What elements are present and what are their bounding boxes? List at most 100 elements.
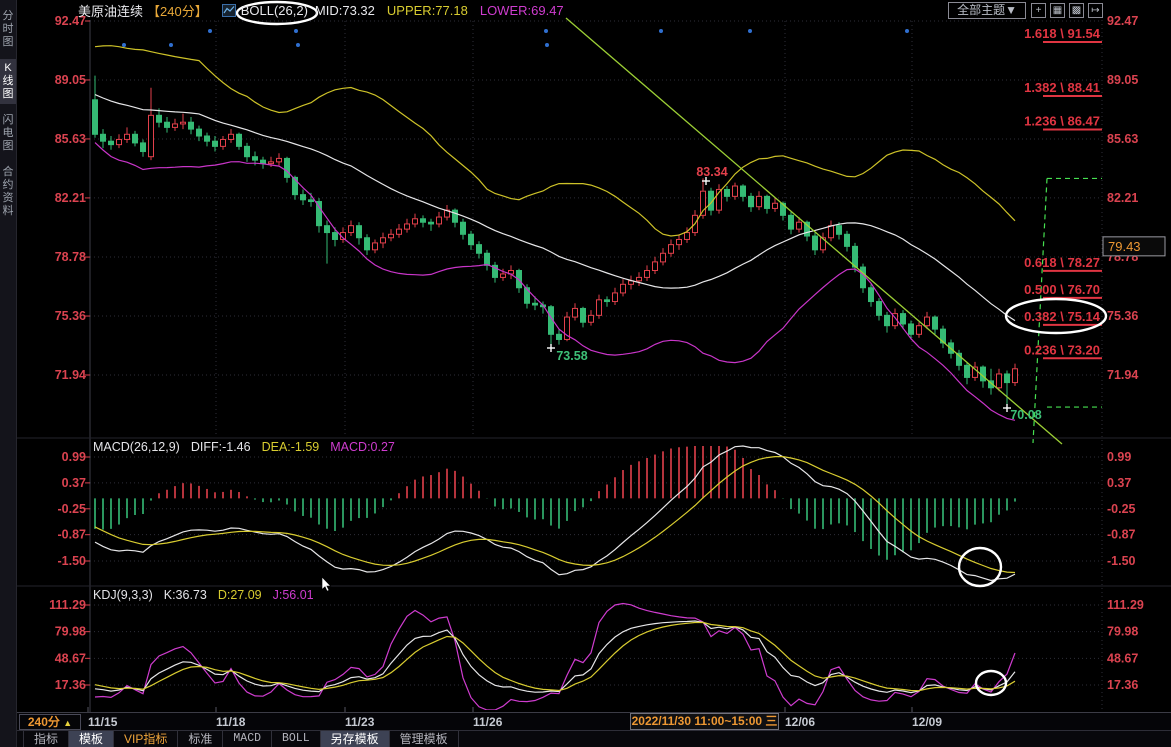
svg-text:79.98: 79.98 bbox=[1107, 625, 1138, 639]
svg-text:0.99: 0.99 bbox=[1107, 450, 1131, 464]
chart-canvas[interactable]: 92.4792.4789.0589.0585.6385.6382.2182.21… bbox=[0, 0, 1171, 747]
tab-standard[interactable]: 标准 bbox=[178, 731, 223, 747]
kdj-lines bbox=[95, 604, 1015, 711]
annotation-layer bbox=[237, 2, 1106, 695]
theme-dropdown[interactable]: 全部主题▼ bbox=[948, 2, 1026, 19]
date-tick-label: 11/18 bbox=[216, 715, 245, 729]
svg-text:1.618 \ 91.54: 1.618 \ 91.54 bbox=[1024, 26, 1101, 41]
svg-text:17.36: 17.36 bbox=[1107, 678, 1138, 692]
period-selector[interactable]: 240分 ▲ bbox=[19, 714, 81, 730]
boll-mid-value: MID:73.32 bbox=[315, 3, 375, 18]
tab-macd[interactable]: MACD bbox=[223, 731, 272, 747]
j-line bbox=[95, 604, 1015, 711]
svg-text:79.43: 79.43 bbox=[1108, 239, 1141, 254]
fib-level-labels: 1.618 \ 91.54 1.382 \ 88.41 1.236 \ 86.47 0… bbox=[1024, 26, 1102, 358]
svg-text:48.67: 48.67 bbox=[1107, 651, 1138, 665]
svg-text:-1.50: -1.50 bbox=[1107, 554, 1136, 568]
pan-icon[interactable]: + bbox=[1031, 3, 1046, 18]
macd-histogram bbox=[95, 446, 1015, 560]
mouse-cursor bbox=[322, 577, 331, 591]
tab-template[interactable]: 模板 bbox=[69, 731, 114, 747]
left-sidebar: 分时图 K线图闪电图合约资料 bbox=[0, 0, 17, 747]
kdj-k-value: K:36.73 bbox=[164, 588, 207, 602]
date-tick-label: 11/15 bbox=[88, 715, 117, 729]
svg-text:1.382 \ 88.41: 1.382 \ 88.41 bbox=[1024, 80, 1100, 95]
axis-scale-icon[interactable]: ▩ bbox=[1069, 3, 1084, 18]
svg-text:-0.25: -0.25 bbox=[58, 502, 87, 516]
chart-header: 美原油连续 【240分】 BOLL(26,2) MID:73.32 UPPER:… bbox=[17, 0, 1171, 20]
svg-text:0.382 \ 75.14: 0.382 \ 75.14 bbox=[1024, 309, 1101, 324]
symbol-title: 美原油连续 bbox=[78, 1, 143, 20]
chart-type-icon bbox=[222, 4, 236, 17]
svg-text:-1.50: -1.50 bbox=[58, 554, 87, 568]
boll-lower-line bbox=[95, 143, 1015, 421]
crosshair-date-label: 2022/11/30 11:00~15:00 三 bbox=[630, 713, 779, 730]
kdj-label-row: KDJ(9,3,3) K:36.73 D:27.09 J:56.01 bbox=[93, 588, 314, 602]
dea-line bbox=[95, 457, 1015, 573]
highlight-circle bbox=[959, 548, 1001, 586]
bottom-tabbar: 指标模板VIP指标标准MACDBOLL另存模板管理模板 bbox=[17, 730, 1171, 747]
svg-text:70.08: 70.08 bbox=[1010, 408, 1041, 422]
kdj-title: KDJ(9,3,3) bbox=[93, 588, 153, 602]
x-axis-row: 240分 ▲ 11/1511/1811/2311/2612/0612/09 20… bbox=[17, 712, 1171, 730]
boll-mid-line bbox=[95, 95, 1015, 321]
svg-text:89.05: 89.05 bbox=[1107, 73, 1138, 87]
date-tick-label: 11/26 bbox=[473, 715, 502, 729]
tab-manage-template[interactable]: 管理模板 bbox=[390, 731, 459, 747]
tab-indicator[interactable]: 指标 bbox=[23, 731, 69, 747]
period-label: 【240分】 bbox=[147, 1, 208, 20]
svg-text:85.63: 85.63 bbox=[55, 132, 86, 146]
sidebar-item-contract-info[interactable]: 合约资料 bbox=[0, 163, 16, 221]
macd-title: MACD(26,12,9) bbox=[93, 440, 180, 454]
svg-text:89.05: 89.05 bbox=[55, 73, 86, 87]
svg-text:82.21: 82.21 bbox=[1107, 191, 1138, 205]
svg-text:0.618 \ 78.27: 0.618 \ 78.27 bbox=[1024, 255, 1100, 270]
svg-text:85.63: 85.63 bbox=[1107, 132, 1138, 146]
shift-right-icon[interactable]: ↦ bbox=[1088, 3, 1103, 18]
boll-upper-line bbox=[95, 46, 1015, 236]
tab-boll[interactable]: BOLL bbox=[272, 731, 321, 747]
svg-text:73.58: 73.58 bbox=[556, 349, 587, 363]
kdj-j-value: J:56.01 bbox=[273, 588, 314, 602]
svg-text:75.36: 75.36 bbox=[55, 309, 86, 323]
macd-diff-value: DIFF:-1.46 bbox=[191, 440, 251, 454]
tab-vip-indicator[interactable]: VIP指标 bbox=[114, 731, 178, 747]
svg-text:0.236 \ 73.20: 0.236 \ 73.20 bbox=[1024, 342, 1100, 357]
trading-app-window: 分时图 K线图闪电图合约资料 美原油连续 【240分】 BOLL(26,2) MI… bbox=[0, 0, 1171, 747]
svg-text:71.94: 71.94 bbox=[1107, 368, 1138, 382]
svg-text:83.34: 83.34 bbox=[696, 165, 727, 179]
macd-dea-value: DEA:-1.59 bbox=[262, 440, 320, 454]
svg-text:-0.87: -0.87 bbox=[1107, 528, 1136, 542]
sidebar-item-kline[interactable]: K线图 bbox=[0, 59, 16, 104]
svg-text:82.21: 82.21 bbox=[55, 191, 86, 205]
boll-indicator-label: BOLL(26,2) bbox=[241, 3, 308, 18]
svg-text:111.29: 111.29 bbox=[49, 598, 86, 612]
grid-layout-icon[interactable]: ▦ bbox=[1050, 3, 1065, 18]
svg-text:48.67: 48.67 bbox=[55, 651, 86, 665]
svg-text:0.37: 0.37 bbox=[62, 476, 86, 490]
diff-line bbox=[95, 446, 1015, 581]
session-dots bbox=[122, 29, 909, 47]
svg-text:111.29: 111.29 bbox=[1107, 598, 1144, 612]
macd-value: MACD:0.27 bbox=[330, 440, 395, 454]
sidebar-item-flash[interactable]: 闪电图 bbox=[0, 111, 16, 156]
svg-text:17.36: 17.36 bbox=[55, 678, 86, 692]
svg-text:-0.25: -0.25 bbox=[1107, 502, 1136, 516]
sidebar-item-timeshare[interactable]: 分时图 bbox=[0, 7, 16, 52]
svg-text:0.500 \ 76.70: 0.500 \ 76.70 bbox=[1024, 282, 1100, 297]
macd-lines bbox=[95, 446, 1015, 581]
boll-upper-value: UPPER:77.18 bbox=[387, 3, 468, 18]
svg-text:78.78: 78.78 bbox=[55, 250, 86, 264]
svg-text:1.236 \ 86.47: 1.236 \ 86.47 bbox=[1024, 113, 1100, 128]
svg-text:0.37: 0.37 bbox=[1107, 476, 1131, 490]
trend-line[interactable] bbox=[566, 18, 1062, 444]
svg-text:0.99: 0.99 bbox=[62, 450, 86, 464]
period-text: 240分 bbox=[28, 715, 60, 729]
svg-text:71.94: 71.94 bbox=[55, 368, 86, 382]
macd-label-row: MACD(26,12,9) DIFF:-1.46 DEA:-1.59 MACD:… bbox=[93, 440, 395, 454]
svg-text:75.36: 75.36 bbox=[1107, 309, 1138, 323]
boll-bands-layer bbox=[95, 46, 1015, 421]
d-line bbox=[95, 622, 1015, 690]
kdj-d-value: D:27.09 bbox=[218, 588, 262, 602]
tab-save-template[interactable]: 另存模板 bbox=[321, 731, 390, 747]
